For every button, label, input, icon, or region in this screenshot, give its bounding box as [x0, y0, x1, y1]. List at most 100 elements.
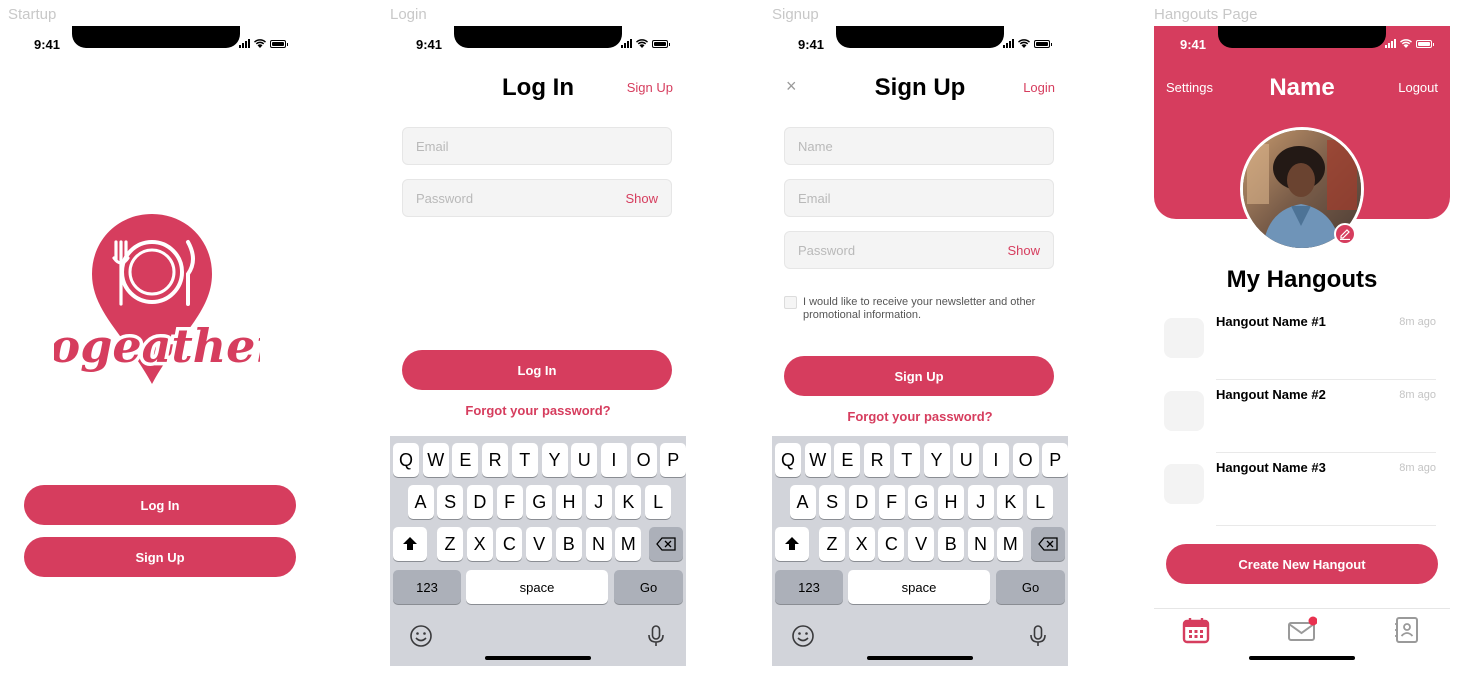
- wifi-icon: [636, 39, 648, 48]
- keyboard-row: ZXCVBNM: [390, 527, 686, 561]
- key[interactable]: I: [982, 443, 1009, 477]
- key[interactable]: V: [526, 527, 553, 561]
- key[interactable]: Q: [775, 443, 801, 477]
- key[interactable]: B: [555, 527, 582, 561]
- key[interactable]: T: [511, 443, 538, 477]
- key[interactable]: P: [1042, 443, 1068, 477]
- shift-key[interactable]: [393, 527, 427, 561]
- show-password-toggle[interactable]: Show: [625, 191, 658, 206]
- emoji-icon[interactable]: [409, 624, 433, 653]
- signup-button[interactable]: Sign Up: [24, 537, 296, 577]
- name-field[interactable]: Name: [784, 127, 1054, 165]
- key[interactable]: U: [953, 443, 980, 477]
- newsletter-checkbox[interactable]: [784, 296, 797, 309]
- key[interactable]: J: [967, 485, 994, 519]
- forgot-password-link[interactable]: Forgot your password?: [390, 403, 686, 418]
- key[interactable]: A: [789, 485, 816, 519]
- numbers-key[interactable]: 123: [775, 570, 843, 604]
- key[interactable]: Y: [541, 443, 568, 477]
- key[interactable]: B: [937, 527, 964, 561]
- go-key[interactable]: Go: [996, 570, 1065, 604]
- key[interactable]: K: [997, 485, 1024, 519]
- delete-key[interactable]: [1031, 527, 1065, 561]
- key[interactable]: R: [482, 443, 509, 477]
- home-indicator: [867, 656, 973, 660]
- status-time: 9:41: [1180, 37, 1207, 52]
- list-item[interactable]: Hangout Name #2 8m ago: [1164, 379, 1436, 453]
- key[interactable]: J: [585, 485, 612, 519]
- space-key[interactable]: space: [466, 570, 608, 604]
- show-password-toggle[interactable]: Show: [1007, 243, 1040, 258]
- key[interactable]: X: [466, 527, 493, 561]
- key[interactable]: L: [645, 485, 672, 519]
- numbers-key[interactable]: 123: [393, 570, 461, 604]
- keyboard-row: ASDFGHJKL: [772, 485, 1068, 519]
- calendar-icon[interactable]: [1181, 615, 1211, 645]
- key[interactable]: P: [660, 443, 686, 477]
- key[interactable]: X: [848, 527, 875, 561]
- contacts-icon[interactable]: [1392, 615, 1422, 645]
- key[interactable]: R: [864, 443, 891, 477]
- key[interactable]: W: [804, 443, 831, 477]
- key[interactable]: V: [908, 527, 935, 561]
- key[interactable]: N: [585, 527, 612, 561]
- signup-submit-button[interactable]: Sign Up: [784, 356, 1054, 396]
- list-item[interactable]: Hangout Name #1 8m ago: [1164, 306, 1436, 380]
- frame-label-startup: Startup: [8, 6, 57, 23]
- key[interactable]: Q: [393, 443, 419, 477]
- key[interactable]: K: [615, 485, 642, 519]
- microphone-icon[interactable]: [1029, 624, 1047, 653]
- key[interactable]: W: [422, 443, 449, 477]
- key[interactable]: D: [848, 485, 875, 519]
- login-link[interactable]: Login: [1023, 80, 1055, 95]
- status-bar: 9:41: [1154, 26, 1450, 60]
- key[interactable]: S: [819, 485, 846, 519]
- key[interactable]: Y: [923, 443, 950, 477]
- key[interactable]: O: [630, 443, 657, 477]
- logout-link[interactable]: Logout: [1398, 80, 1438, 95]
- key[interactable]: C: [878, 527, 905, 561]
- key[interactable]: E: [834, 443, 861, 477]
- key[interactable]: G: [526, 485, 553, 519]
- signup-link[interactable]: Sign Up: [627, 80, 673, 95]
- key[interactable]: I: [600, 443, 627, 477]
- shift-key[interactable]: [775, 527, 809, 561]
- key[interactable]: Z: [819, 527, 845, 561]
- key[interactable]: L: [1027, 485, 1054, 519]
- create-hangout-button[interactable]: Create New Hangout: [1166, 544, 1438, 584]
- key[interactable]: H: [556, 485, 582, 519]
- key[interactable]: S: [437, 485, 464, 519]
- key[interactable]: G: [908, 485, 935, 519]
- status-time: 9:41: [34, 37, 61, 52]
- key[interactable]: C: [496, 527, 523, 561]
- microphone-icon[interactable]: [647, 624, 665, 653]
- email-field[interactable]: Email: [784, 179, 1054, 217]
- key[interactable]: Z: [437, 527, 463, 561]
- key[interactable]: O: [1012, 443, 1039, 477]
- email-field[interactable]: Email: [402, 127, 672, 165]
- key[interactable]: M: [997, 527, 1024, 561]
- key[interactable]: F: [496, 485, 523, 519]
- mail-icon[interactable]: [1287, 615, 1317, 645]
- key[interactable]: F: [878, 485, 905, 519]
- edit-avatar-button[interactable]: [1334, 223, 1356, 245]
- forgot-password-link[interactable]: Forgot your password?: [772, 409, 1068, 424]
- emoji-icon[interactable]: [791, 624, 815, 653]
- key[interactable]: N: [967, 527, 994, 561]
- key[interactable]: M: [615, 527, 642, 561]
- key[interactable]: E: [452, 443, 479, 477]
- key[interactable]: U: [571, 443, 598, 477]
- hangout-name: Hangout Name #3: [1216, 460, 1326, 475]
- delete-key[interactable]: [649, 527, 683, 561]
- key[interactable]: D: [466, 485, 493, 519]
- space-key[interactable]: space: [848, 570, 990, 604]
- login-submit-button[interactable]: Log In: [402, 350, 672, 390]
- key[interactable]: A: [407, 485, 434, 519]
- go-key[interactable]: Go: [614, 570, 683, 604]
- login-button[interactable]: Log In: [24, 485, 296, 525]
- password-field[interactable]: Password Show: [784, 231, 1054, 269]
- password-field[interactable]: Password Show: [402, 179, 672, 217]
- key[interactable]: T: [893, 443, 920, 477]
- key[interactable]: H: [938, 485, 964, 519]
- list-item[interactable]: Hangout Name #3 8m ago: [1164, 452, 1436, 526]
